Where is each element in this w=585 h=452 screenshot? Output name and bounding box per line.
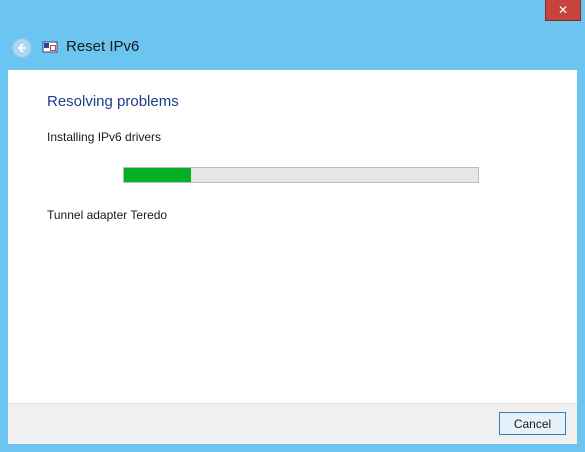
dialog-window: ✕ Reset IPv6 Resolving problems Installi… xyxy=(0,0,585,452)
cancel-button[interactable]: Cancel xyxy=(499,412,566,435)
close-button[interactable]: ✕ xyxy=(545,0,581,21)
content-panel: Resolving problems Installing IPv6 drive… xyxy=(8,70,577,403)
status-text: Installing IPv6 drivers xyxy=(47,130,162,144)
dialog-title: Reset IPv6 xyxy=(66,38,140,55)
back-arrow-icon xyxy=(17,43,26,53)
back-button[interactable] xyxy=(12,38,32,58)
dialog-header: Reset IPv6 xyxy=(0,30,585,68)
progress-bar xyxy=(123,167,479,183)
close-icon: ✕ xyxy=(557,3,569,17)
progress-bar-fill xyxy=(124,168,192,182)
page-heading: Resolving problems xyxy=(47,93,179,110)
detail-text: Tunnel adapter Teredo xyxy=(47,208,168,222)
network-troubleshooter-icon xyxy=(42,41,58,53)
dialog-footer: Cancel xyxy=(8,403,577,444)
